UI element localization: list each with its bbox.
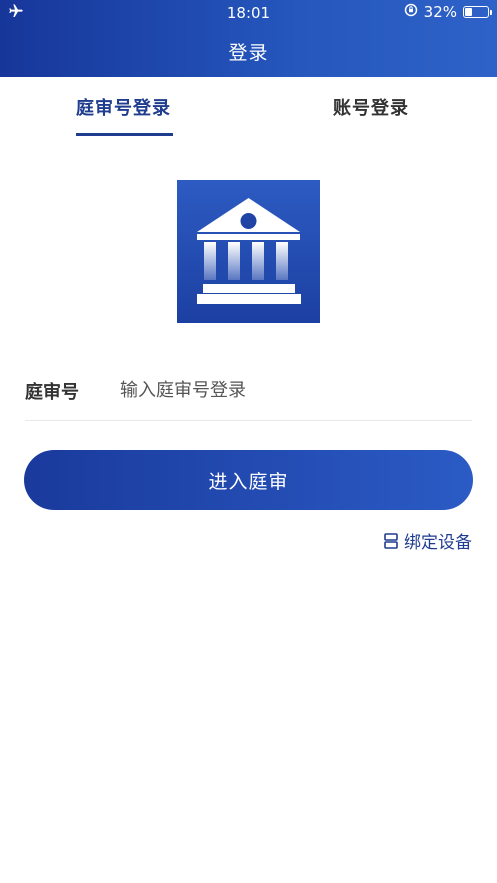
app-header: 18:01 32% 登录 <box>0 0 497 77</box>
tab-account-login[interactable]: 账号登录 <box>333 94 409 120</box>
bind-device-label: 绑定设备 <box>404 533 472 553</box>
battery-fill <box>465 8 472 16</box>
battery-icon <box>463 6 492 18</box>
status-right: 32% <box>404 3 492 21</box>
battery-percent: 32% <box>423 3 457 21</box>
bind-device-icon <box>384 532 398 549</box>
bind-device-link[interactable]: 绑定设备 <box>384 528 472 553</box>
page-title: 登录 <box>228 42 269 64</box>
rotation-lock-icon <box>404 3 418 21</box>
courthouse-icon <box>177 180 320 323</box>
active-tab-indicator <box>76 133 173 136</box>
tab-court-number-login[interactable]: 庭审号登录 <box>76 94 171 120</box>
status-bar: 18:01 32% <box>0 0 497 26</box>
input-divider <box>25 420 472 421</box>
court-number-input[interactable] <box>120 374 470 406</box>
login-tabs: 庭审号登录 账号登录 <box>0 77 497 141</box>
court-number-label: 庭审号 <box>25 382 79 403</box>
enter-trial-button[interactable]: 进入庭审 <box>24 450 473 510</box>
